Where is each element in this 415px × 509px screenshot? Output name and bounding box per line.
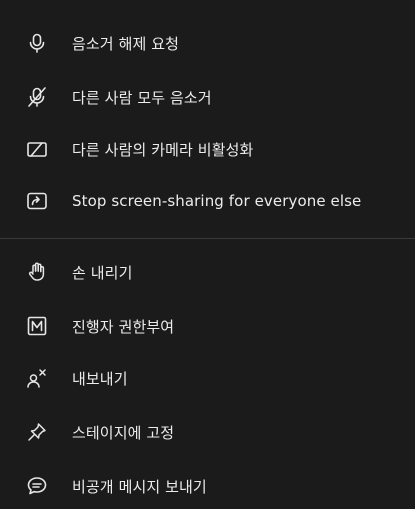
menu-item-pin-to-stage[interactable]: 스테이지에 고정 xyxy=(0,410,415,454)
moderator-m-icon xyxy=(26,315,48,337)
menu-item-label: 손 내리기 xyxy=(72,263,133,282)
camera-off-icon xyxy=(26,138,48,160)
menu-item-label: 비공개 메시지 보내기 xyxy=(72,477,207,496)
menu-item-request-unmute[interactable]: 음소거 해제 요청 xyxy=(0,21,415,65)
menu-item-mute-all-others[interactable]: 다른 사람 모두 음소거 xyxy=(0,75,415,119)
menu-item-label: 내보내기 xyxy=(72,369,128,388)
microphone-off-icon xyxy=(26,86,48,108)
hand-icon xyxy=(26,261,48,283)
menu-item-label: 다른 사람 모두 음소거 xyxy=(72,88,212,107)
menu-item-label: Stop screen-sharing for everyone else xyxy=(72,192,362,210)
menu-item-grant-moderator[interactable]: 진행자 권한부여 xyxy=(0,304,415,348)
menu-item-lower-hand[interactable]: 손 내리기 xyxy=(0,250,415,294)
remove-user-icon xyxy=(26,367,48,389)
menu-item-kick-out[interactable]: 내보내기 xyxy=(0,356,415,400)
pin-icon xyxy=(26,421,48,443)
screen-share-icon xyxy=(26,190,48,212)
menu-item-disable-others-camera[interactable]: 다른 사람의 카메라 비활성화 xyxy=(0,127,415,171)
menu-divider xyxy=(0,238,415,239)
chat-bubble-icon xyxy=(26,475,48,497)
menu-item-stop-screen-sharing[interactable]: Stop screen-sharing for everyone else xyxy=(0,179,415,223)
menu-item-label: 스테이지에 고정 xyxy=(72,423,175,442)
participant-context-menu: 음소거 해제 요청 다른 사람 모두 음소거 다른 사람의 카메라 비활성화 S… xyxy=(0,0,415,509)
microphone-icon xyxy=(26,32,48,54)
menu-item-label: 음소거 해제 요청 xyxy=(72,34,180,53)
menu-item-send-private-message[interactable]: 비공개 메시지 보내기 xyxy=(0,464,415,508)
menu-item-label: 다른 사람의 카메라 비활성화 xyxy=(72,140,254,159)
menu-item-label: 진행자 권한부여 xyxy=(72,317,175,336)
